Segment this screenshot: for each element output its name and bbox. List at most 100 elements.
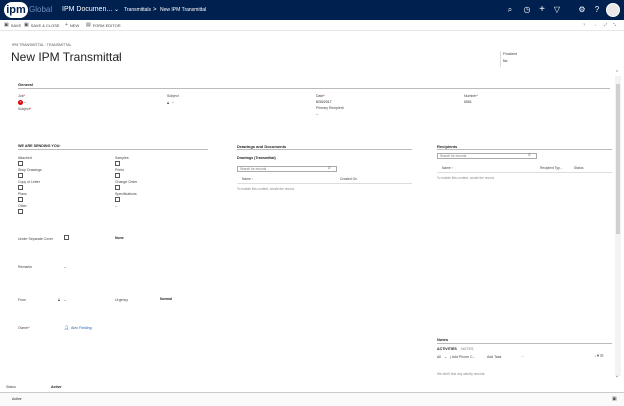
search-icon[interactable]: ⌕ bbox=[328, 165, 331, 171]
samples-checkbox[interactable] bbox=[115, 161, 120, 166]
separate-cover-label: Under Separate Cover bbox=[18, 237, 54, 241]
activities-empty-message: We didn't find any activity records. bbox=[437, 372, 486, 376]
form-selector-icon[interactable]: ≡ bbox=[116, 54, 120, 60]
recipients-col-status[interactable]: Status bbox=[574, 166, 583, 170]
plus-icon[interactable]: + bbox=[536, 4, 548, 16]
form-editor-button[interactable]: ▤ FORM EDITOR bbox=[86, 22, 121, 28]
prints-checkbox[interactable] bbox=[115, 173, 120, 178]
activities-filter[interactable]: All bbox=[437, 355, 441, 359]
breadcrumb-record: New IPM Transmittal bbox=[160, 7, 207, 13]
top-nav-bar: ipm Global IPM Documen... ⌄ Transmittals… bbox=[0, 0, 624, 20]
search-icon[interactable]: ⌕ bbox=[504, 4, 516, 16]
separate-cover-value[interactable]: None bbox=[115, 236, 124, 240]
status-label: Status bbox=[6, 385, 16, 389]
number-label: Number* bbox=[464, 94, 478, 98]
down-arrow-icon[interactable]: ↓ bbox=[594, 22, 596, 27]
save-button[interactable]: ▣ SAVE bbox=[4, 22, 21, 28]
scrollbar-thumb[interactable] bbox=[616, 84, 620, 234]
save-close-button[interactable]: ▣ SAVE & CLOSE bbox=[24, 22, 60, 28]
recipients-search-input[interactable]: Search for records bbox=[437, 153, 537, 159]
tab-notes[interactable]: NOTES bbox=[461, 347, 473, 351]
lock-icon: 🔒︎ bbox=[58, 297, 61, 302]
change-order-label: Change Order bbox=[115, 180, 138, 184]
other-checkbox[interactable] bbox=[18, 209, 23, 214]
subject-label: Subject bbox=[167, 94, 179, 98]
entity-label: IPM TRANSMITTAL : TRANSMITTAL bbox=[12, 43, 72, 47]
recipients-divider bbox=[437, 149, 612, 150]
scroll-down-icon[interactable]: ⌄ bbox=[615, 373, 619, 379]
shop-drawings-label: Shop Drawings bbox=[18, 168, 42, 172]
number-value[interactable]: 0001 bbox=[464, 100, 472, 104]
urgency-value[interactable]: Normal bbox=[160, 297, 172, 301]
breadcrumb-area[interactable]: Transmittals bbox=[124, 0, 151, 20]
status-value: Active bbox=[51, 385, 62, 389]
finalized-value: No bbox=[503, 59, 508, 63]
lock-icon: 🔒︎ bbox=[167, 100, 170, 105]
search-icon[interactable]: ⌕ bbox=[528, 152, 531, 158]
user-icon: 👤︎ bbox=[64, 325, 70, 330]
change-order-checkbox[interactable] bbox=[115, 185, 120, 190]
save-icon[interactable]: ▣ bbox=[612, 396, 617, 402]
history-icon[interactable]: ◷ bbox=[521, 4, 533, 16]
recipients-empty-message: To enable this content, create the recor… bbox=[437, 176, 495, 180]
specifications-checkbox[interactable] bbox=[115, 197, 120, 202]
remarks-value[interactable]: -- bbox=[64, 265, 66, 269]
plans-checkbox[interactable] bbox=[18, 197, 23, 202]
copy-of-letter-checkbox[interactable] bbox=[18, 185, 23, 190]
chevron-down-icon[interactable]: ⌄ bbox=[444, 354, 447, 359]
drawings-search-input[interactable]: Search for records bbox=[237, 166, 337, 172]
subject-value[interactable]: -- bbox=[172, 100, 174, 104]
sending-divider bbox=[18, 149, 208, 150]
scroll-up-icon[interactable]: ⌃ bbox=[615, 70, 619, 76]
plans-label: Plans bbox=[18, 192, 27, 196]
separate-cover-checkbox[interactable] bbox=[64, 235, 69, 240]
pin-icon[interactable]: ⤢ bbox=[604, 22, 607, 27]
job-value[interactable]: -- bbox=[24, 100, 26, 104]
sort-icon[interactable]: ↓▼☰ bbox=[594, 353, 604, 358]
add-phone-call-button[interactable]: | Add Phone C... bbox=[450, 355, 475, 359]
date-value[interactable]: 8/30/2017 bbox=[316, 100, 332, 104]
attached-checkbox[interactable] bbox=[18, 161, 23, 166]
primary-recipient-value[interactable]: -- bbox=[316, 112, 318, 116]
form-editor-icon: ▤ bbox=[86, 22, 91, 28]
drawings-col-name[interactable]: Name ↑ bbox=[242, 177, 253, 181]
specifications-label: Specifications bbox=[115, 192, 137, 196]
new-button[interactable]: + NEW bbox=[65, 22, 79, 28]
copy-of-letter-label: Copy of Letter bbox=[18, 180, 40, 184]
drawings-col-created[interactable]: Created On bbox=[340, 177, 357, 181]
gear-icon[interactable]: ⚙ bbox=[576, 4, 588, 16]
notes-section-title: Notes bbox=[437, 337, 449, 342]
remarks-label: Remarks bbox=[18, 265, 33, 269]
save-close-icon: ▣ bbox=[24, 22, 29, 28]
logo-global-text: Global bbox=[29, 5, 53, 14]
sending-section-title: WE ARE SENDING YOU: bbox=[18, 144, 61, 148]
notes-divider bbox=[437, 343, 612, 344]
user-avatar[interactable] bbox=[606, 3, 620, 17]
more-actions-button[interactable]: ... bbox=[521, 354, 524, 358]
prints-label: Prints bbox=[115, 168, 124, 172]
drawings-grid-divider bbox=[237, 183, 412, 184]
chevron-down-icon[interactable]: ⌄ bbox=[114, 0, 119, 20]
help-icon[interactable]: ? bbox=[591, 4, 603, 16]
finalized-label: Finalized bbox=[503, 52, 518, 56]
other-value[interactable]: -- bbox=[115, 204, 117, 208]
recipients-col-name[interactable]: Name ↑ bbox=[442, 166, 453, 170]
from-value[interactable]: -- bbox=[64, 298, 66, 302]
save-label: SAVE bbox=[10, 22, 22, 28]
expand-icon[interactable]: ⤡ bbox=[613, 22, 616, 27]
recipients-col-type[interactable]: Recipient Typ... bbox=[540, 166, 563, 170]
add-task-button[interactable]: Add Task bbox=[487, 355, 501, 359]
owner-label: Owner* bbox=[18, 326, 30, 330]
other-label: Other bbox=[18, 204, 27, 208]
help-small-icon[interactable]: ? bbox=[583, 22, 585, 27]
app-title[interactable]: IPM Documen... bbox=[62, 0, 112, 20]
job-label: Job* bbox=[18, 94, 26, 98]
logo-ipm-text: ipm bbox=[4, 2, 28, 18]
owner-link[interactable]: Alex Fielding bbox=[71, 326, 92, 330]
shop-drawings-checkbox[interactable] bbox=[18, 173, 23, 178]
new-icon: + bbox=[65, 22, 68, 28]
from-label: From bbox=[18, 298, 27, 302]
filter-icon[interactable]: ▽ bbox=[551, 4, 563, 16]
tab-activities[interactable]: ACTIVITIES bbox=[437, 347, 457, 351]
company-logo[interactable]: ipm Global bbox=[4, 2, 62, 18]
